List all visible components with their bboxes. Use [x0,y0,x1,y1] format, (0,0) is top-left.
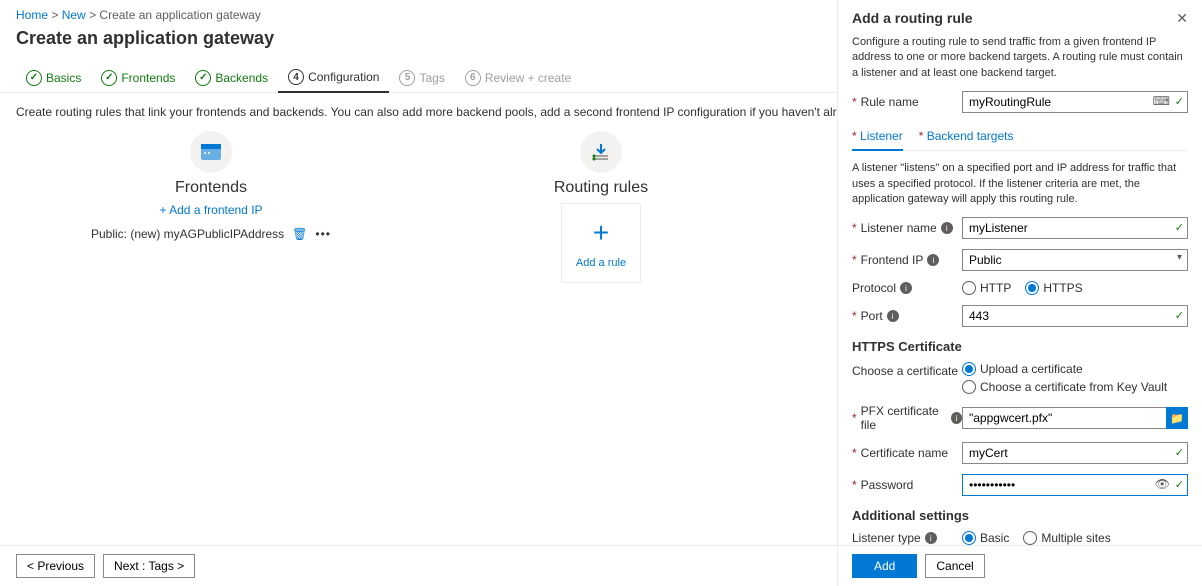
add-button[interactable]: Add [852,554,917,578]
valid-check-icon: ✓ [1175,446,1184,459]
breadcrumb-current: Create an application gateway [99,8,260,22]
routing-rules-title: Routing rules [406,179,796,197]
tab-configuration[interactable]: 4Configuration [278,63,389,93]
listener-type-label: Listener type [852,531,921,545]
https-cert-header: HTTPS Certificate [852,339,1188,354]
frontends-column: Frontends + Add a frontend IP Public: (n… [16,131,406,283]
info-icon[interactable]: i [925,532,937,544]
port-input[interactable] [962,305,1188,327]
listener-name-input[interactable] [962,217,1188,239]
frontend-more-icon[interactable]: ••• [315,227,331,241]
subtab-listener[interactable]: * Listener [852,123,903,151]
tab-frontends[interactable]: ✓Frontends [91,63,185,92]
info-icon[interactable]: i [927,254,939,266]
protocol-https-radio[interactable]: HTTPS [1025,281,1082,295]
listener-description: A listener "listens" on a specified port… [852,161,1188,207]
browse-file-button[interactable]: 📁 [1166,407,1188,429]
valid-check-icon: ✓ [1175,478,1184,491]
rule-name-label: Rule name [861,95,919,109]
cert-name-label: Certificate name [861,446,948,460]
upload-cert-radio[interactable]: Upload a certificate [962,362,1188,376]
cert-name-input[interactable] [962,442,1188,464]
frontends-title: Frontends [16,179,406,197]
routing-rules-column: Routing rules + Add a rule [406,131,796,283]
additional-settings-header: Additional settings [852,508,1188,523]
pfx-file-input[interactable] [962,407,1188,429]
info-icon[interactable]: i [900,282,912,294]
tab-basics[interactable]: ✓Basics [16,63,91,92]
wizard-footer: < Previous Next : Tags > [0,545,837,586]
add-rule-card[interactable]: + Add a rule [561,203,641,283]
keyvault-cert-radio[interactable]: Choose a certificate from Key Vault [962,380,1188,394]
show-password-icon[interactable]: 👁 [1155,477,1170,491]
valid-check-icon: ✓ [1175,309,1184,322]
tab-review: 6Review + create [455,63,581,92]
valid-check-icon: ✓ [1175,95,1184,108]
next-button[interactable]: Next : Tags > [103,554,195,578]
add-frontend-ip-link[interactable]: + Add a frontend IP [159,203,262,217]
listener-type-multi-radio[interactable]: Multiple sites [1023,531,1110,545]
routing-rules-icon [580,131,622,173]
valid-check-icon: ✓ [1175,221,1184,234]
password-label: Password [861,478,914,492]
add-rule-label: Add a rule [576,257,626,269]
listener-type-basic-radio[interactable]: Basic [962,531,1009,545]
plus-icon: + [593,217,609,249]
tab-tags: 5Tags [389,63,454,92]
pfx-file-label: PFX certificate file [861,404,948,432]
choose-cert-label: Choose a certificate [852,364,958,378]
panel-title: Add a routing rule [852,10,973,26]
protocol-http-radio[interactable]: HTTP [962,281,1011,295]
previous-button[interactable]: < Previous [16,554,95,578]
panel-description: Configure a routing rule to send traffic… [852,35,1188,81]
frontend-ip-label: Frontend IP [861,253,924,267]
subtab-backend-targets[interactable]: * Backend targets [919,123,1014,150]
frontend-item-label: Public: (new) myAGPublicIPAddress [91,227,284,241]
delete-frontend-icon[interactable]: 🗑 [292,227,307,241]
info-icon[interactable]: i [951,412,962,424]
tab-backends[interactable]: ✓Backends [185,63,278,92]
rule-name-keyboard-icon: ⌨ [1153,94,1170,108]
add-routing-rule-panel: Add a routing rule ✕ Configure a routing… [837,0,1202,586]
listener-name-label: Listener name [861,221,937,235]
breadcrumb-new[interactable]: New [62,8,86,22]
protocol-label: Protocol [852,281,896,295]
port-label: Port [861,309,883,323]
frontend-ip-select[interactable]: Public [962,249,1188,271]
frontends-icon [190,131,232,173]
close-panel-icon[interactable]: ✕ [1176,10,1188,27]
breadcrumb-home[interactable]: Home [16,8,48,22]
info-icon[interactable]: i [887,310,899,322]
cancel-button[interactable]: Cancel [925,554,984,578]
info-icon[interactable]: i [941,222,953,234]
